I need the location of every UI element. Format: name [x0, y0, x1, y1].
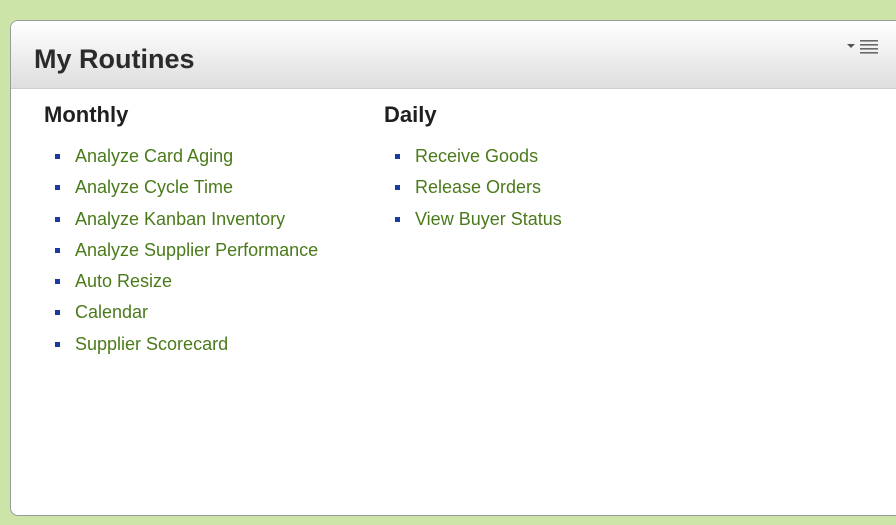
list-item: Auto Resize [44, 270, 364, 301]
monthly-column: Monthly Analyze Card Aging Analyze Cycle… [44, 101, 364, 364]
bullet-icon [55, 247, 60, 253]
list-item: Calendar [44, 301, 364, 332]
list-item: View Buyer Status [384, 208, 704, 239]
list-item: Analyze Cycle Time [44, 176, 364, 207]
list-item: Analyze Card Aging [44, 145, 364, 176]
hamburger-menu-icon [860, 40, 878, 54]
routine-link-receive-goods[interactable]: Receive Goods [415, 146, 538, 166]
bullet-icon [395, 216, 400, 222]
routine-link-view-buyer-status[interactable]: View Buyer Status [415, 209, 562, 229]
monthly-heading: Monthly [44, 102, 129, 127]
routine-link-supplier-scorecard[interactable]: Supplier Scorecard [75, 334, 228, 354]
bullet-icon [55, 216, 60, 222]
routine-link-analyze-supplier-performance[interactable]: Analyze Supplier Performance [75, 240, 318, 260]
daily-column: Daily Receive Goods Release Orders View … [384, 101, 704, 239]
list-item: Supplier Scorecard [44, 333, 364, 364]
bullet-icon [395, 185, 400, 191]
routine-link-release-orders[interactable]: Release Orders [415, 177, 541, 197]
bullet-icon [55, 341, 60, 347]
list-item: Analyze Supplier Performance [44, 239, 364, 270]
panel-menu-button[interactable] [844, 37, 886, 59]
panel-menu-icons [847, 40, 878, 54]
my-routines-panel: My Routines Monthly Analyze Card Aging A… [10, 20, 896, 516]
bullet-icon [55, 185, 60, 191]
routine-link-analyze-cycle-time[interactable]: Analyze Cycle Time [75, 177, 233, 197]
routine-link-calendar[interactable]: Calendar [75, 302, 148, 322]
routine-link-analyze-kanban-inventory[interactable]: Analyze Kanban Inventory [75, 209, 285, 229]
list-item: Release Orders [384, 176, 704, 207]
daily-heading: Daily [384, 102, 437, 127]
monthly-routine-list: Analyze Card Aging Analyze Cycle Time An… [44, 145, 364, 364]
panel-title: My Routines [34, 44, 195, 74]
panel-header: My Routines [11, 21, 896, 89]
bullet-icon [395, 154, 400, 159]
bullet-icon [55, 310, 60, 316]
list-item: Analyze Kanban Inventory [44, 208, 364, 239]
daily-routine-list: Receive Goods Release Orders View Buyer … [384, 145, 704, 239]
dropdown-arrow-icon [847, 44, 855, 48]
bullet-icon [55, 279, 60, 285]
bullet-icon [55, 154, 60, 159]
routine-link-auto-resize[interactable]: Auto Resize [75, 271, 172, 291]
list-item: Receive Goods [384, 145, 704, 176]
routine-link-analyze-card-aging[interactable]: Analyze Card Aging [75, 146, 233, 166]
